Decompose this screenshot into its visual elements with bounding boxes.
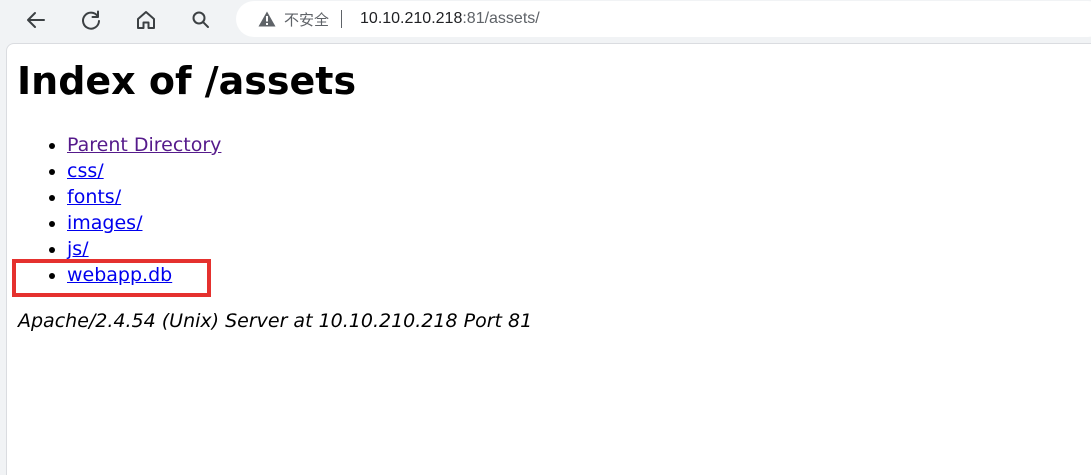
warning-triangle-icon[interactable] xyxy=(258,11,276,27)
search-icon xyxy=(191,10,211,30)
list-item: images/ xyxy=(67,210,221,236)
browser-toolbar: 不安全 10.10.210.218:81/assets/ xyxy=(0,0,1091,40)
search-button[interactable] xyxy=(185,4,217,36)
url-path: :81/assets/ xyxy=(462,10,540,27)
security-status-label[interactable]: 不安全 xyxy=(284,9,329,30)
parent-directory-link[interactable]: Parent Directory xyxy=(67,134,221,156)
list-item: js/ xyxy=(67,236,221,262)
page-content: Index of /assets Parent Directory css/ f… xyxy=(6,43,1091,475)
reload-icon xyxy=(80,9,102,31)
css-folder-link[interactable]: css/ xyxy=(67,160,104,182)
address-bar[interactable]: 不安全 10.10.210.218:81/assets/ xyxy=(236,1,1091,37)
fonts-folder-link[interactable]: fonts/ xyxy=(67,186,121,208)
server-signature: Apache/2.4.54 (Unix) Server at 10.10.210… xyxy=(18,310,533,332)
reload-button[interactable] xyxy=(75,4,107,36)
back-arrow-icon xyxy=(25,9,47,31)
list-item: webapp.db xyxy=(67,262,221,288)
url-text[interactable]: 10.10.210.218:81/assets/ xyxy=(360,10,540,28)
webapp-db-link[interactable]: webapp.db xyxy=(67,264,172,286)
images-folder-link[interactable]: images/ xyxy=(67,212,142,234)
js-folder-link[interactable]: js/ xyxy=(67,238,89,260)
home-icon xyxy=(135,9,157,31)
home-button[interactable] xyxy=(130,4,162,36)
address-divider xyxy=(341,10,343,28)
list-item: Parent Directory xyxy=(67,132,221,158)
page-title: Index of /assets xyxy=(17,59,357,103)
directory-listing: Parent Directory css/ fonts/ images/ js/… xyxy=(17,132,221,288)
back-button[interactable] xyxy=(20,4,52,36)
list-item: css/ xyxy=(67,158,221,184)
list-item: fonts/ xyxy=(67,184,221,210)
url-host: 10.10.210.218 xyxy=(360,10,463,27)
